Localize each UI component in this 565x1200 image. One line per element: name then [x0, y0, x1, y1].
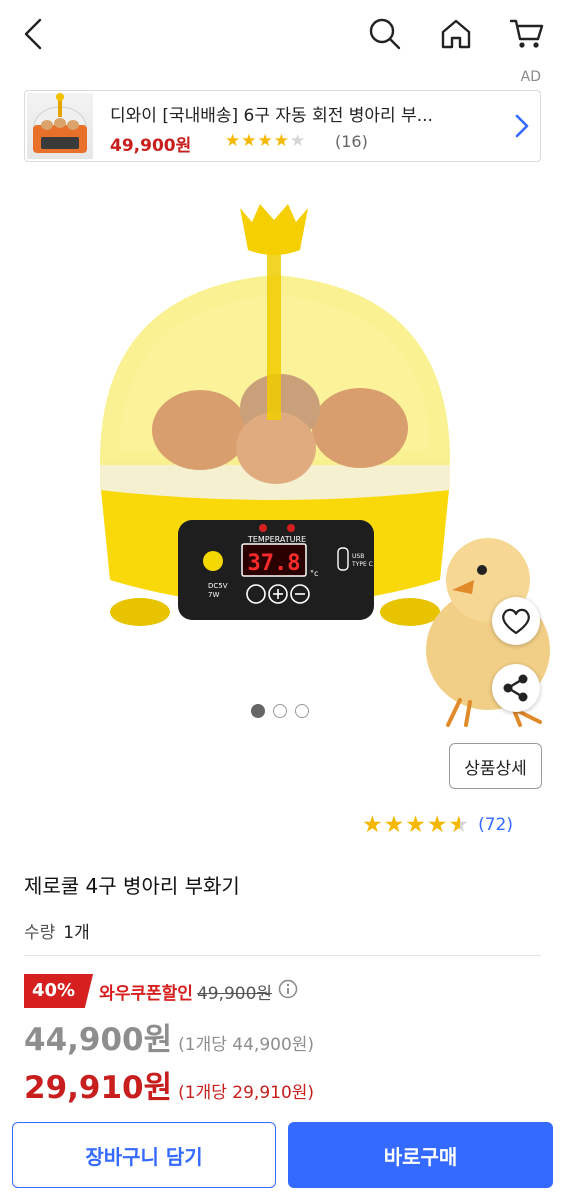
ad-price: 49,900원: [110, 136, 192, 156]
sale-price: 44,900원: [24, 1022, 173, 1058]
coupon-price-row: 29,910원 (1개당 29,910원): [24, 1062, 314, 1107]
coupon-unit-price: (1개당 29,910원): [178, 1083, 315, 1103]
power-label: DC5V: [208, 582, 228, 590]
product-detail-button[interactable]: 상품상세: [449, 743, 542, 789]
home-button[interactable]: [434, 12, 478, 56]
chevron-right-icon: [514, 113, 530, 143]
power-label-2: 7W: [208, 591, 219, 599]
buy-now-button[interactable]: 바로구매: [288, 1122, 553, 1188]
back-button[interactable]: [12, 12, 56, 56]
home-icon: [441, 19, 471, 49]
divider: [24, 955, 541, 956]
product-title: 제로쿨 4구 병아리 부화기: [24, 874, 240, 898]
panel-label: TEMPERATURE: [247, 535, 306, 544]
original-price: 49,900원: [196, 983, 273, 1004]
search-button[interactable]: [363, 12, 407, 56]
usb-label-2: TYPE C: [351, 561, 373, 568]
pagination-dot[interactable]: [251, 704, 265, 718]
share-button[interactable]: [492, 664, 540, 712]
top-nav-bar: [0, 0, 565, 66]
review-count[interactable]: (72): [478, 815, 513, 835]
ad-title: 디와이 [국내배송] 6구 자동 회전 병아리 부...: [110, 106, 433, 126]
rating-stars-full: ★★★★: [362, 812, 449, 838]
info-icon[interactable]: [278, 979, 298, 1003]
pagination-dot[interactable]: [273, 704, 287, 718]
add-to-cart-button[interactable]: 장바구니 담기: [12, 1122, 276, 1188]
cart-icon: [509, 19, 544, 48]
display-temperature: 37.8: [248, 551, 301, 576]
product-image: TEMPERATURE 37.8 °c DC5V 7W USB TYPE C: [99, 204, 550, 727]
ad-review-count: (16): [335, 132, 368, 151]
ad-star-empty: ★: [289, 131, 307, 151]
gallery-pagination: [251, 704, 309, 718]
coupon-label: 와우쿠폰할인: [99, 983, 193, 1004]
rating-stars: ★★★★★: [362, 812, 470, 838]
coupon-price: 29,910원: [24, 1070, 173, 1106]
ad-star-rating: ★★★★★: [225, 131, 306, 151]
search-icon: [369, 18, 401, 50]
coupon-discount-row: 40% 와우쿠폰할인 49,900원: [24, 974, 298, 1008]
usb-label: USB: [352, 553, 364, 560]
sale-unit-price: (1개당 44,900원): [178, 1035, 315, 1055]
bottom-action-bar: 장바구니 담기 바로구매: [0, 1122, 565, 1188]
share-icon: [503, 674, 528, 702]
sponsored-ad-card[interactable]: 디와이 [국내배송] 6구 자동 회전 병아리 부... 49,900원 ★★★…: [24, 90, 541, 162]
product-image-gallery[interactable]: TEMPERATURE 37.8 °c DC5V 7W USB TYPE C: [0, 180, 565, 730]
quantity-value: 1개: [63, 923, 90, 943]
display-unit: °c: [310, 569, 318, 578]
back-arrow-icon: [24, 18, 42, 50]
ad-thumbnail: [27, 93, 93, 159]
cart-button[interactable]: [505, 12, 549, 56]
rating-star-half: ★: [448, 812, 471, 838]
sale-price-row: 44,900원 (1개당 44,900원): [24, 1014, 314, 1059]
heart-icon: [502, 608, 530, 635]
quantity-row: 수량 1개: [24, 918, 90, 943]
ad-stars-full: ★★★★: [225, 131, 290, 151]
product-rating[interactable]: ★★★★★ (72): [362, 812, 513, 838]
ad-label: AD: [520, 69, 541, 85]
quantity-label: 수량: [24, 923, 56, 943]
favorite-button[interactable]: [492, 597, 540, 645]
pagination-dot[interactable]: [295, 704, 309, 718]
discount-badge: 40%: [24, 974, 94, 1008]
